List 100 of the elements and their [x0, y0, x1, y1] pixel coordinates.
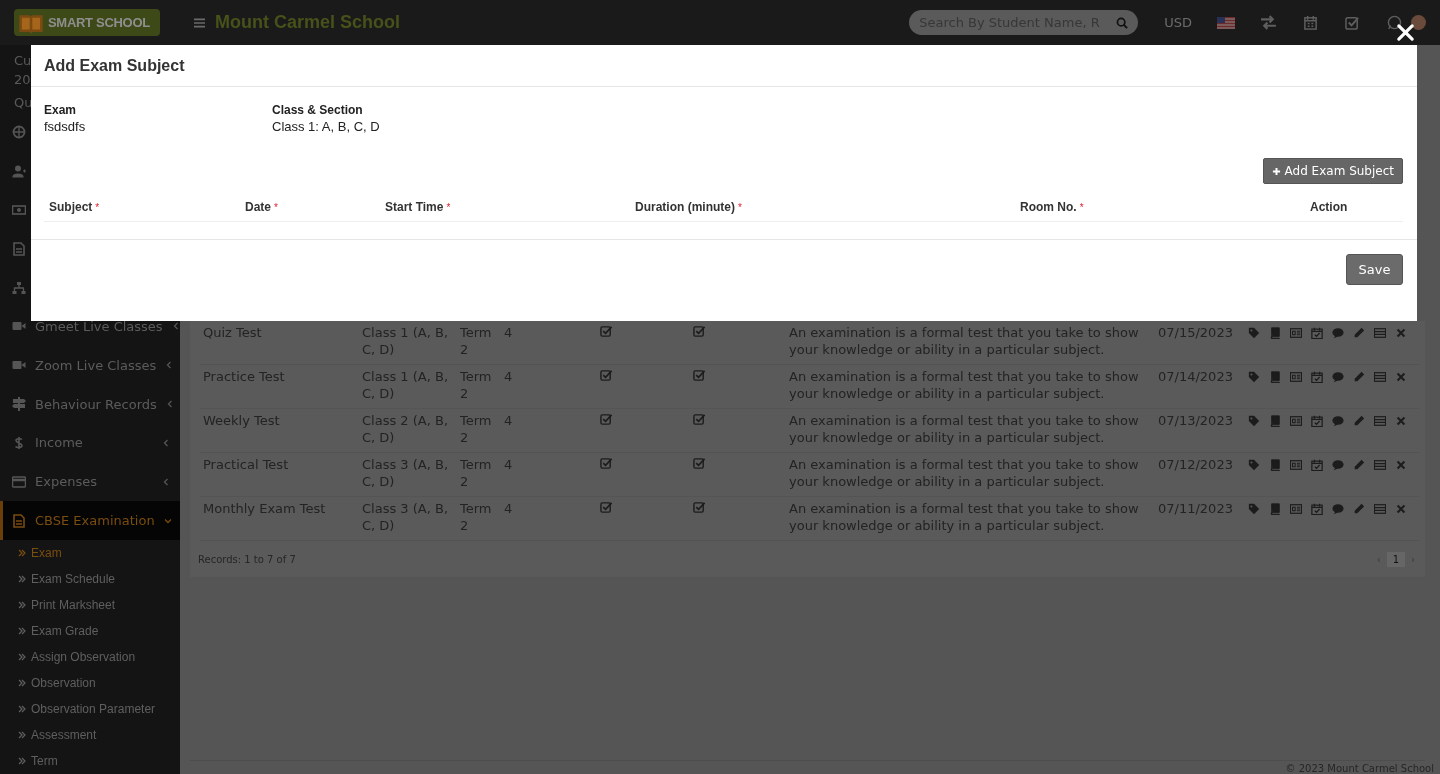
- pencil-icon[interactable]: [1353, 371, 1365, 383]
- field-label: Exam: [44, 103, 78, 117]
- book-icon[interactable]: [1269, 459, 1281, 471]
- sidebar-menu-item[interactable]: Gmeet Live Classes: [0, 307, 180, 346]
- id-card-icon[interactable]: [1290, 327, 1302, 339]
- book-icon[interactable]: [1269, 503, 1281, 515]
- column-header: Action: [1310, 200, 1349, 216]
- pencil-icon[interactable]: [1353, 415, 1365, 427]
- checkbox-icon[interactable]: [1344, 15, 1361, 30]
- plus-icon: [1271, 166, 1281, 176]
- pencil-icon[interactable]: [1353, 503, 1365, 515]
- delete-icon[interactable]: [1395, 327, 1407, 339]
- tag-icon[interactable]: [1248, 327, 1260, 339]
- table-icon[interactable]: [1374, 415, 1386, 427]
- sidebar-menu-item[interactable]: Expenses: [0, 462, 180, 502]
- flag-icon[interactable]: [1217, 16, 1235, 29]
- save-button[interactable]: Save: [1346, 254, 1403, 285]
- book-icon[interactable]: [1269, 371, 1281, 383]
- book-icon[interactable]: [1269, 415, 1281, 427]
- previous-page-link[interactable]: ‹: [1376, 553, 1381, 565]
- user-plus-icon[interactable]: [12, 164, 26, 179]
- menu-icon[interactable]: [194, 17, 205, 28]
- signpost-icon: [12, 397, 26, 412]
- sidebar-submenu-item[interactable]: Exam Grade: [0, 617, 180, 644]
- sidebar-submenu-item[interactable]: Exam Schedule: [0, 565, 180, 592]
- delete-icon[interactable]: [1395, 415, 1407, 427]
- page-link[interactable]: 1: [1386, 551, 1405, 567]
- chevron-icon: [165, 400, 174, 409]
- double-chevron-icon: [18, 756, 26, 765]
- calendar-icon[interactable]: [1302, 15, 1319, 30]
- pencil-icon[interactable]: [1353, 327, 1365, 339]
- table-cell-text: 07/14/2023: [1157, 368, 1234, 386]
- school-name: Mount Carmel School: [215, 12, 400, 33]
- sidebar-submenu-item[interactable]: Exam: [0, 539, 180, 566]
- user-avatar[interactable]: [1411, 15, 1426, 30]
- sidebar-submenu-item[interactable]: Assessment: [0, 721, 180, 748]
- calendar-check-icon[interactable]: [1311, 459, 1323, 471]
- sidebar-menu-item[interactable]: CBSE Examination: [0, 501, 180, 540]
- column-header: Duration (minute) *: [635, 200, 743, 216]
- double-chevron-icon: [18, 704, 26, 713]
- double-chevron-icon: [18, 730, 26, 739]
- sidebar-submenu-item[interactable]: Assign Observation: [0, 643, 180, 670]
- add-exam-subject-button[interactable]: Add Exam Subject: [1262, 158, 1403, 184]
- globe-icon[interactable]: [12, 125, 26, 140]
- table-icon[interactable]: [1374, 503, 1386, 515]
- tag-icon[interactable]: [1248, 459, 1260, 471]
- speech-bubble-icon[interactable]: [1332, 503, 1344, 515]
- delete-icon[interactable]: [1395, 459, 1407, 471]
- double-chevron-icon: [18, 574, 26, 583]
- logo[interactable]: SMART SCHOOL: [14, 9, 160, 36]
- credit-card-icon: [12, 474, 26, 489]
- id-card-icon[interactable]: [1290, 371, 1302, 383]
- column-header: Subject *: [49, 200, 101, 216]
- sidebar-menu-item[interactable]: Behaviour Records: [0, 384, 180, 424]
- chevron-icon: [162, 477, 170, 486]
- sitemap-icon[interactable]: [12, 280, 26, 295]
- search-icon[interactable]: [1116, 16, 1129, 29]
- double-chevron-icon: [18, 626, 26, 635]
- sidebar-menu-item[interactable]: Income: [0, 423, 180, 463]
- pencil-icon[interactable]: [1353, 459, 1365, 471]
- table-icon[interactable]: [1374, 327, 1386, 339]
- calendar-check-icon[interactable]: [1311, 327, 1323, 339]
- table-cell-text: 07/11/2023: [1157, 500, 1234, 518]
- document-icon[interactable]: [12, 241, 26, 256]
- speech-bubble-icon[interactable]: [1332, 459, 1344, 471]
- sidebar-submenu-item[interactable]: Observation: [0, 669, 180, 696]
- tag-icon[interactable]: [1248, 503, 1260, 515]
- calendar-check-icon[interactable]: [1311, 371, 1323, 383]
- speech-bubble-icon[interactable]: [1332, 371, 1344, 383]
- dialog-title: Add Exam Subject: [31, 45, 1417, 87]
- banknote-icon[interactable]: [12, 203, 26, 218]
- swap-arrows-icon[interactable]: [1260, 15, 1277, 30]
- session-text: Qu: [14, 94, 31, 112]
- table-icon[interactable]: [1374, 459, 1386, 471]
- tag-icon[interactable]: [1248, 371, 1260, 383]
- field-value: fsdsdfs: [44, 119, 87, 134]
- delete-icon[interactable]: [1395, 503, 1407, 515]
- chevron-icon: [162, 438, 170, 447]
- chat-bubble-icon[interactable]: [1386, 15, 1403, 30]
- speech-bubble-icon[interactable]: [1332, 327, 1344, 339]
- table-icon[interactable]: [1374, 371, 1386, 383]
- chevron-icon: [171, 322, 180, 331]
- calendar-check-icon[interactable]: [1311, 415, 1323, 427]
- id-card-icon[interactable]: [1290, 415, 1302, 427]
- sidebar-submenu-item[interactable]: Observation Parameter: [0, 695, 180, 722]
- double-chevron-icon: [18, 678, 26, 687]
- calendar-check-icon[interactable]: [1311, 503, 1323, 515]
- tag-icon[interactable]: [1248, 415, 1260, 427]
- dollar-icon: [12, 435, 26, 450]
- currency-selector[interactable]: USD: [1164, 15, 1192, 30]
- id-card-icon[interactable]: [1290, 503, 1302, 515]
- id-card-icon[interactable]: [1290, 459, 1302, 471]
- speech-bubble-icon[interactable]: [1332, 415, 1344, 427]
- delete-icon[interactable]: [1395, 371, 1407, 383]
- close-icon[interactable]: [1396, 23, 1415, 42]
- next-page-link[interactable]: ›: [1411, 553, 1415, 565]
- book-icon[interactable]: [1269, 327, 1281, 339]
- sidebar-submenu-item[interactable]: Term: [0, 747, 180, 774]
- sidebar-menu-item[interactable]: Zoom Live Classes: [0, 345, 180, 385]
- sidebar-submenu-item[interactable]: Print Marksheet: [0, 591, 180, 618]
